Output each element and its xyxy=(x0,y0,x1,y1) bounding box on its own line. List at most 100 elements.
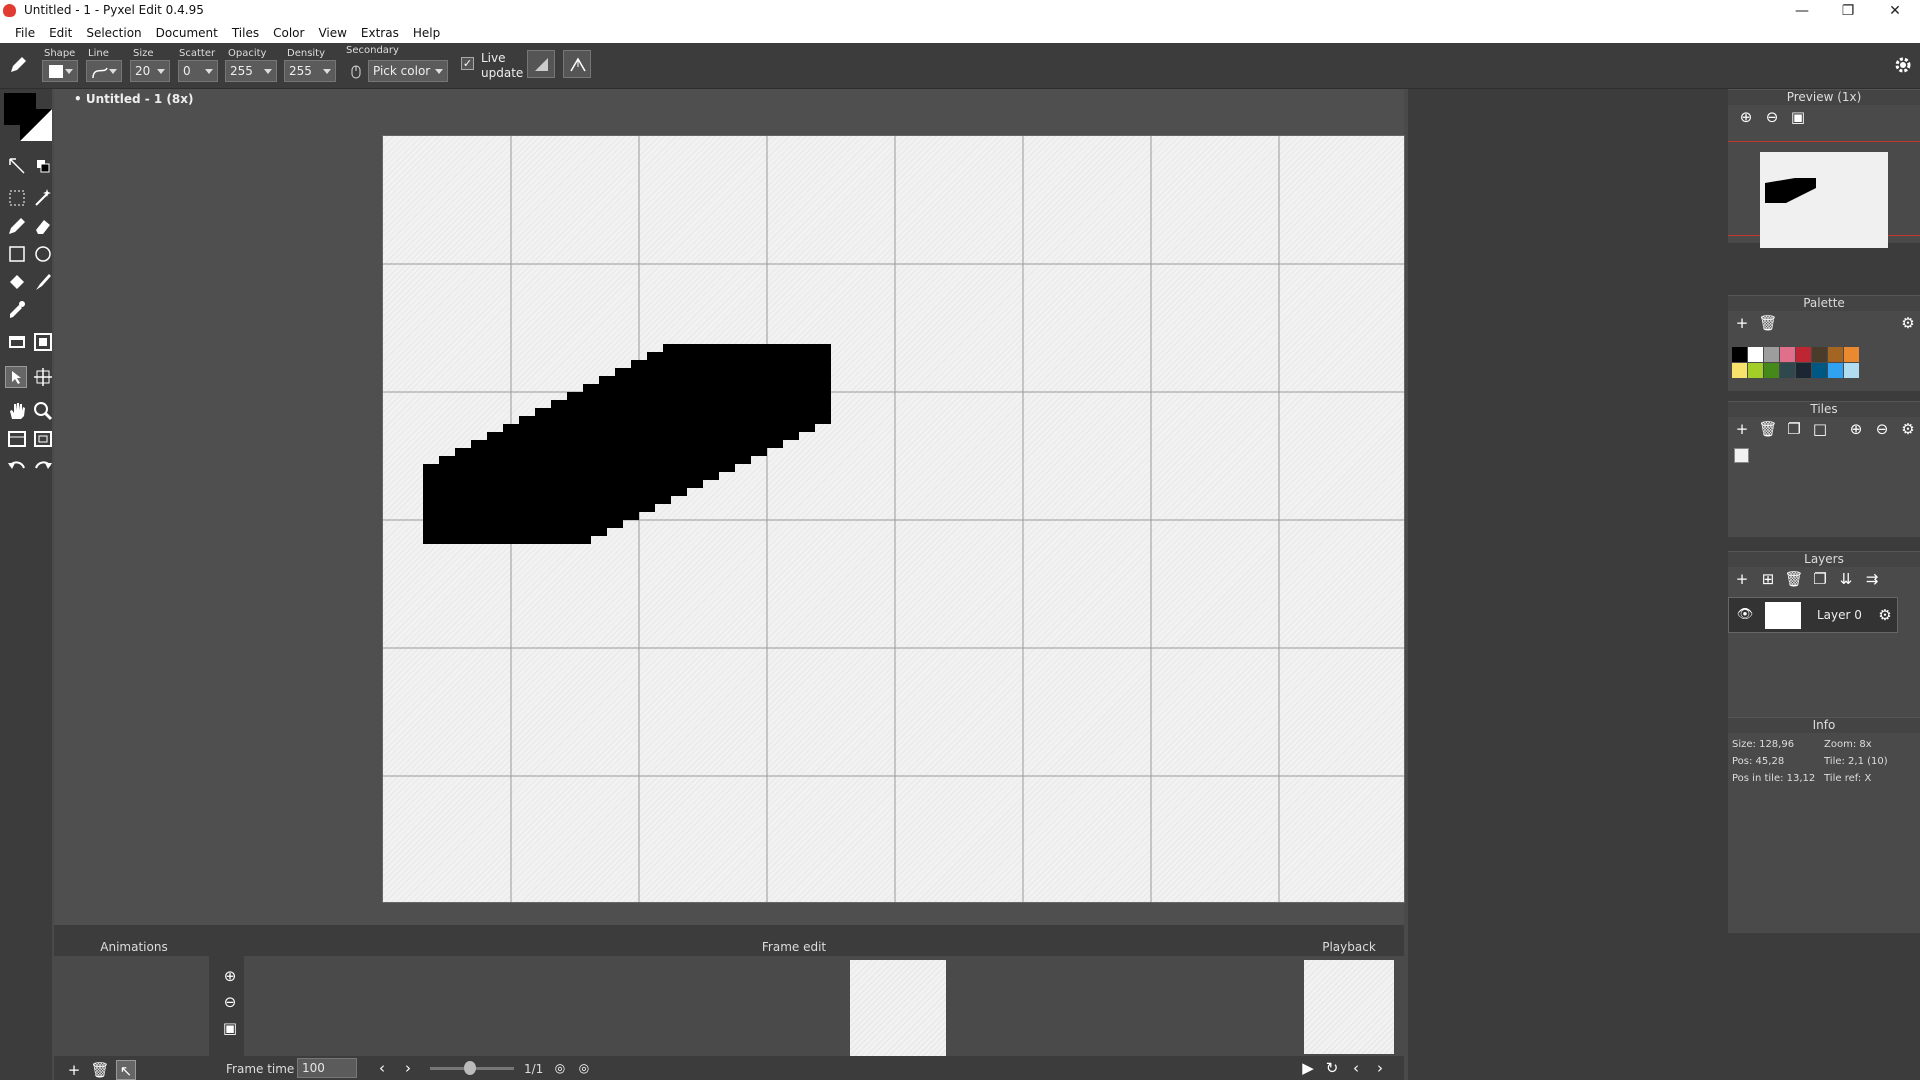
zoom-icon[interactable] xyxy=(32,400,54,422)
loop-icon[interactable]: ↻ xyxy=(1322,1058,1342,1078)
delete-color-icon[interactable]: 🗑 xyxy=(1758,313,1778,333)
fit-icon[interactable]: ▣ xyxy=(1788,107,1808,127)
drawing-canvas[interactable] xyxy=(382,135,1405,903)
line-dropdown[interactable] xyxy=(86,60,122,82)
palette-swatch[interactable] xyxy=(1764,347,1779,362)
palette-swatch[interactable] xyxy=(1844,347,1859,362)
palette-swatch[interactable] xyxy=(1828,363,1843,378)
default-colors-icon[interactable] xyxy=(32,155,54,177)
selection-rect-icon[interactable] xyxy=(6,187,28,209)
palette-swatch[interactable] xyxy=(1812,347,1827,362)
pixel-perfect-button[interactable] xyxy=(527,50,555,78)
tile-thumbnail[interactable] xyxy=(1734,448,1749,463)
menu-file[interactable]: File xyxy=(8,26,42,40)
palette-swatch[interactable] xyxy=(1764,363,1779,378)
layer-settings-icon[interactable]: ⚙ xyxy=(1875,605,1895,625)
palette-swatch[interactable] xyxy=(1844,363,1859,378)
eye-icon[interactable]: 👁 xyxy=(1735,605,1755,625)
maximize-button[interactable]: ❐ xyxy=(1825,0,1871,22)
menu-edit[interactable]: Edit xyxy=(42,26,79,40)
preview-thumbnail[interactable] xyxy=(1760,152,1888,248)
palette-swatch[interactable] xyxy=(1812,363,1827,378)
close-button[interactable]: ✕ xyxy=(1872,0,1918,22)
palette-swatch[interactable] xyxy=(1796,347,1811,362)
eraser-icon[interactable] xyxy=(32,215,54,237)
add-animation-icon[interactable]: + xyxy=(64,1060,84,1080)
onion-next-icon[interactable]: ◎ xyxy=(574,1058,594,1078)
playback-next-icon[interactable]: › xyxy=(1370,1058,1390,1078)
frame-zoom-out-icon[interactable]: ⊖ xyxy=(220,992,240,1012)
duplicate-tile-icon[interactable]: ❐ xyxy=(1784,419,1804,439)
size-dropdown[interactable]: 20 xyxy=(130,60,170,82)
play-icon[interactable]: ▶ xyxy=(1298,1058,1318,1078)
pencil-tool-icon[interactable] xyxy=(6,215,28,237)
eyedropper-icon[interactable] xyxy=(6,299,28,321)
tiles-zoom-in-icon[interactable]: ⊕ xyxy=(1846,419,1866,439)
zoom-in-icon[interactable]: ⊕ xyxy=(1736,107,1756,127)
live-update-checkbox[interactable]: ✓ xyxy=(461,57,474,70)
zoom-out-icon[interactable]: ⊖ xyxy=(1762,107,1782,127)
menu-help[interactable]: Help xyxy=(406,26,447,40)
palette-swatch[interactable] xyxy=(1828,347,1843,362)
delete-layer-icon[interactable]: 🗑 xyxy=(1784,569,1804,589)
merge-down-icon[interactable]: ⇊ xyxy=(1836,569,1856,589)
add-color-icon[interactable]: + xyxy=(1732,313,1752,333)
brush-options-button[interactable] xyxy=(563,50,591,78)
duplicate-layer-icon[interactable]: ❐ xyxy=(1810,569,1830,589)
palette-settings-icon[interactable]: ⚙ xyxy=(1898,313,1918,333)
frame-thumbnail[interactable] xyxy=(850,960,946,1056)
merge-all-icon[interactable]: ⇉ xyxy=(1862,569,1882,589)
menu-tiles[interactable]: Tiles xyxy=(225,26,266,40)
brush-icon[interactable] xyxy=(32,271,54,293)
delete-tile-icon[interactable]: 🗑 xyxy=(1758,419,1778,439)
add-layer-icon[interactable]: + xyxy=(1732,569,1752,589)
magic-wand-icon[interactable] xyxy=(32,187,54,209)
frame-slider-handle[interactable] xyxy=(464,1061,476,1075)
frame-icon[interactable] xyxy=(6,428,28,450)
layer-row[interactable]: 👁 Layer 0 ⚙ xyxy=(1728,597,1898,633)
frame-time-input[interactable]: 100 xyxy=(297,1058,357,1078)
palette-swatch[interactable] xyxy=(1796,363,1811,378)
fill-bucket-icon[interactable] xyxy=(6,271,28,293)
add-tile-layer-icon[interactable]: ⊞ xyxy=(1758,569,1778,589)
frame-fit-icon[interactable]: ▣ xyxy=(220,1018,240,1038)
palette-swatch[interactable] xyxy=(1748,363,1763,378)
rectangle-tool-icon[interactable] xyxy=(6,243,28,265)
menu-extras[interactable]: Extras xyxy=(354,26,406,40)
minimize-button[interactable]: — xyxy=(1779,0,1825,22)
menu-document[interactable]: Document xyxy=(149,26,225,40)
add-tile-icon[interactable]: + xyxy=(1732,419,1752,439)
opacity-dropdown[interactable]: 255 xyxy=(225,60,277,82)
delete-animation-icon[interactable]: 🗑 xyxy=(90,1060,110,1080)
fullscreen-icon[interactable] xyxy=(32,428,54,450)
move-tool-icon[interactable] xyxy=(32,366,54,388)
ellipse-tool-icon[interactable] xyxy=(32,243,54,265)
shape-dropdown[interactable] xyxy=(42,60,78,82)
swap-colors-icon[interactable] xyxy=(6,155,28,177)
hand-icon[interactable] xyxy=(6,400,28,422)
tile-stamp-icon[interactable] xyxy=(6,331,28,353)
menu-color[interactable]: Color xyxy=(266,26,311,40)
onion-prev-icon[interactable]: ◎ xyxy=(550,1058,570,1078)
palette-swatch[interactable] xyxy=(1748,347,1763,362)
select-tile-tool[interactable] xyxy=(5,366,27,388)
palette-swatch[interactable] xyxy=(1780,347,1795,362)
palette-swatch[interactable] xyxy=(1732,363,1747,378)
scatter-dropdown[interactable]: 0 xyxy=(178,60,218,82)
menu-view[interactable]: View xyxy=(311,26,353,40)
next-frame-icon[interactable]: › xyxy=(398,1058,418,1078)
gear-icon[interactable] xyxy=(1893,55,1913,75)
frame-zoom-in-icon[interactable]: ⊕ xyxy=(220,966,240,986)
menu-selection[interactable]: Selection xyxy=(79,26,148,40)
undo-icon[interactable] xyxy=(6,456,28,478)
playback-prev-icon[interactable]: ‹ xyxy=(1346,1058,1366,1078)
density-dropdown[interactable]: 255 xyxy=(284,60,336,82)
redo-icon[interactable] xyxy=(32,456,54,478)
clear-tile-icon[interactable]: □ xyxy=(1810,419,1830,439)
tile-select-icon[interactable] xyxy=(32,331,54,353)
prev-frame-icon[interactable]: ‹ xyxy=(372,1058,392,1078)
secondary-dropdown[interactable]: Pick color xyxy=(368,60,448,82)
tiles-settings-icon[interactable]: ⚙ xyxy=(1898,419,1918,439)
tiles-zoom-out-icon[interactable]: ⊖ xyxy=(1872,419,1892,439)
palette-swatch[interactable] xyxy=(1732,347,1747,362)
